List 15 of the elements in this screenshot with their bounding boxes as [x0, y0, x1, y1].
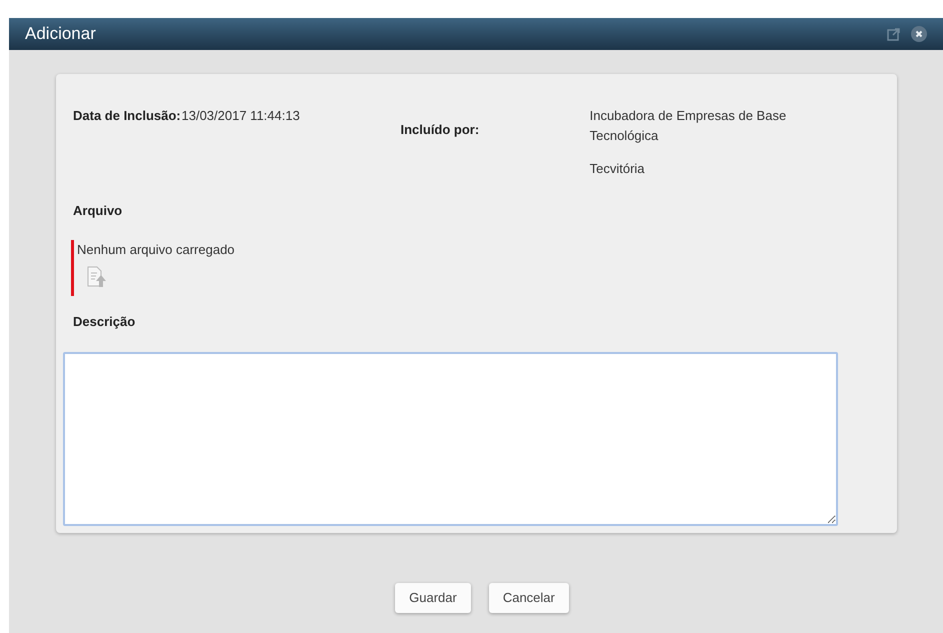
cancel-button[interactable]: Cancelar: [488, 583, 569, 613]
field-value: Incubadora de Empresas de Base Tecnológica: [590, 107, 788, 145]
save-button[interactable]: Guardar: [395, 583, 471, 613]
close-icon[interactable]: [911, 26, 927, 42]
window-title: Adicionar: [25, 23, 96, 46]
popout-icon[interactable]: [887, 27, 901, 41]
file-status: Nenhum arquivo carregado: [77, 241, 236, 259]
section-label: Descrição: [72, 313, 136, 331]
section-label: Arquivo: [72, 202, 124, 220]
description-field[interactable]: [63, 352, 838, 526]
field-label: Data de Inclusão:: [73, 107, 182, 125]
field-label: Incluído por:: [400, 121, 480, 139]
upload-file-icon[interactable]: [87, 266, 107, 288]
field-value: 13/03/2017 11:44:13: [182, 107, 301, 125]
field-value: Tecvitória: [590, 160, 646, 178]
